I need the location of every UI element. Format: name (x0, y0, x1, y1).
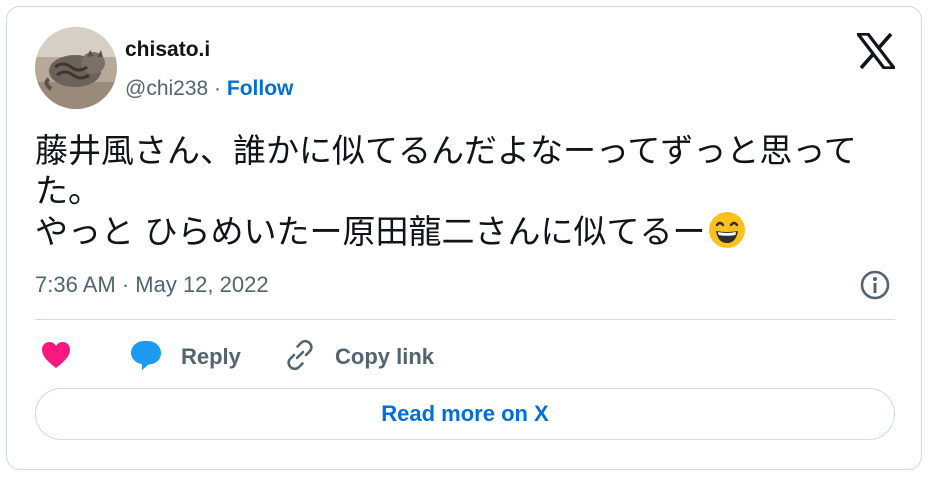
read-more-button[interactable]: Read more on X (35, 388, 895, 440)
x-logo-icon[interactable] (854, 32, 898, 70)
reply-label: Reply (181, 344, 241, 369)
cat-photo-avatar (35, 27, 117, 109)
info-icon[interactable] (859, 269, 891, 301)
author-handle[interactable]: @chi238 (125, 77, 208, 100)
like-button[interactable] (41, 337, 71, 377)
tweet-line-3: やっと ひらめいたー原田龍二さんに似てるー (35, 212, 706, 251)
speech-bubble-icon (129, 339, 163, 376)
separator-dot: · (214, 77, 222, 100)
divider (35, 319, 895, 320)
author-name[interactable]: chisato.i (125, 37, 210, 63)
follow-button[interactable]: Follow (227, 77, 294, 100)
grinning-face-emoji-icon (708, 211, 746, 249)
tweet-line-3-wrapper: やっと ひらめいたー原田龍二さんに似てるー (35, 211, 895, 252)
avatar[interactable] (35, 27, 117, 109)
copy-link-label: Copy link (335, 344, 435, 369)
author-handle-row: @chi238 · Follow (125, 76, 293, 102)
link-icon (283, 338, 317, 377)
tweet-card: chisato.i @chi238 · Follow 藤井風さん、誰かに似てるん… (6, 6, 922, 470)
copy-link-button[interactable]: Copy link (283, 337, 434, 377)
reply-button[interactable]: Reply (129, 337, 241, 377)
tweet-line-2: た。 (35, 171, 101, 210)
heart-icon (41, 341, 71, 374)
tweet-timestamp[interactable]: 7:36 AM · May 12, 2022 (35, 271, 269, 299)
action-bar: Reply Copy link (35, 337, 895, 377)
tweet-text: 藤井風さん、誰かに似てるんだよなーってずっと思って た。 やっと ひらめいたー原… (35, 131, 895, 252)
tweet-line-1: 藤井風さん、誰かに似てるんだよなーってずっと思って (35, 131, 857, 170)
